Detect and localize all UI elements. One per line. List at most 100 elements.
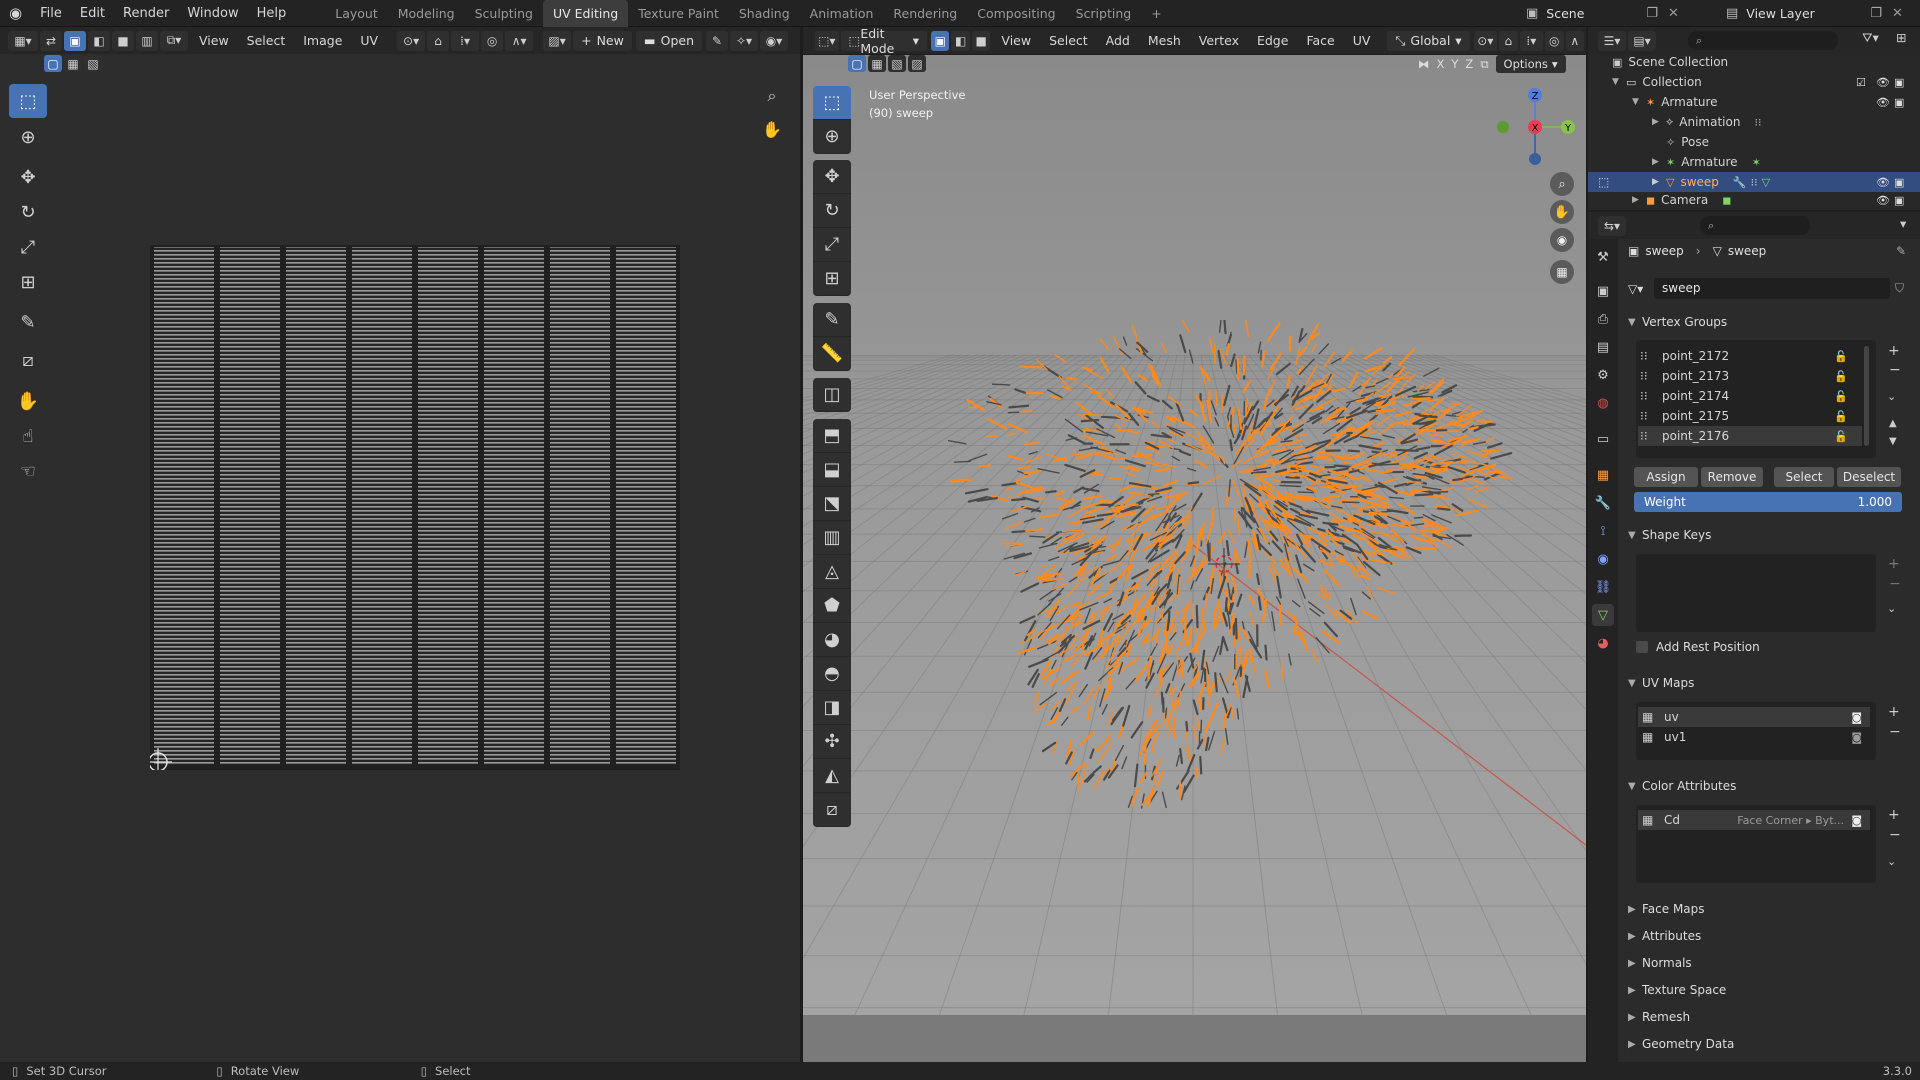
expand-arrow-icon[interactable]: ▶ [1652, 117, 1666, 127]
uv-menu-select[interactable]: Select [238, 33, 295, 48]
vp-tool-add-cube[interactable]: ◫ [813, 378, 851, 412]
active-render-camera-icon[interactable]: ◙ [1851, 711, 1862, 724]
vp-select-subtract-icon[interactable]: ▧ [888, 55, 906, 72]
menu-help[interactable]: Help [248, 6, 296, 21]
add-shape-key-icon[interactable]: + [1888, 556, 1900, 572]
viewport-menu-edge[interactable]: Edge [1248, 33, 1297, 48]
list-scrollbar[interactable] [1864, 346, 1869, 446]
tab-rendering[interactable]: Rendering [883, 0, 967, 27]
mirror-z[interactable]: Z [1465, 57, 1473, 71]
vp-tool-loop-cut[interactable]: ▥ [813, 521, 851, 555]
open-image-button[interactable]: ▬ Open [635, 30, 703, 51]
tab-texture-paint[interactable]: Texture Paint [628, 0, 729, 27]
viewport-menu-view[interactable]: View [992, 33, 1040, 48]
uv-tool-rotate[interactable]: ↻ [9, 195, 47, 229]
viewport-falloff-icon[interactable]: ∧ [1565, 30, 1584, 51]
pin-icon[interactable]: ✎ [706, 30, 729, 51]
constraints-tab-icon[interactable]: ⛓ [1592, 576, 1614, 598]
pan-view-icon[interactable]: ✋ [1550, 200, 1574, 224]
face-select-icon[interactable]: ■ [112, 30, 134, 51]
close-view-layer-icon[interactable]: ✕ [1892, 6, 1903, 21]
vertex-group-specials-icon[interactable]: ⌄ [1887, 390, 1896, 403]
sweep-mesh[interactable] [930, 320, 1550, 830]
uv-overlay-icon[interactable]: ◉▾ [760, 30, 789, 51]
tab-sculpting[interactable]: Sculpting [465, 0, 543, 27]
blender-logo-icon[interactable]: ◉ [0, 4, 31, 22]
collection-tab-icon[interactable]: ▭ [1592, 428, 1614, 450]
exclude-checkbox-icon[interactable]: ☑ [1856, 76, 1866, 89]
outliner-item-sweep[interactable]: ⬚ ▶ ▽ sweep 🔧 ⁝⁝ ▽ 👁 ▣ [1588, 172, 1920, 192]
uv-island-grid[interactable] [150, 245, 680, 770]
copy-view-layer-icon[interactable]: ❐ [1870, 6, 1882, 21]
zoom-view-icon[interactable]: ⌕ [1550, 172, 1574, 196]
uv-sync-icon[interactable]: ⇄ [40, 30, 62, 51]
add-workspace-button[interactable]: + [1141, 0, 1171, 27]
remesh-header[interactable]: ▶ Remesh [1628, 1006, 1690, 1028]
vertex-group-row[interactable]: ⁝⁝ point_2174 🔓 [1640, 386, 1860, 406]
outliner-search-field[interactable]: ⌕ [1688, 31, 1838, 50]
lock-icon[interactable]: 🔓 [1834, 390, 1848, 403]
select-extend-icon[interactable]: ▦ [64, 55, 82, 72]
shape-key-specials-icon[interactable]: ⌄ [1887, 602, 1896, 615]
uv-tool-move[interactable]: ✥ [9, 160, 47, 194]
topology-mirror-icon[interactable]: ⧉ [1480, 57, 1488, 72]
vertex-mode-icon[interactable]: ▣ [931, 30, 950, 51]
weight-slider[interactable]: Weight 1.000 [1634, 492, 1902, 512]
uv-menu-image[interactable]: Image [294, 33, 351, 48]
add-rest-position-row[interactable]: Add Rest Position [1636, 640, 1760, 654]
snap-options-icon[interactable]: ⁞▾ [451, 30, 480, 51]
vertex-group-row[interactable]: ⁝⁝ point_2172 🔓 [1640, 346, 1860, 366]
uv-map-row[interactable]: ▦ uv1 ◙ [1642, 727, 1870, 747]
scene-name[interactable]: Scene [1546, 6, 1646, 21]
edge-mode-icon[interactable]: ◧ [951, 30, 970, 51]
render-camera-icon[interactable]: ◙ [1851, 731, 1862, 744]
viewport-proportional-icon[interactable]: ◎ [1545, 30, 1564, 51]
color-attribute-specials-icon[interactable]: ⌄ [1887, 855, 1896, 868]
menu-file[interactable]: File [31, 6, 71, 21]
visibility-eye-icon[interactable]: 👁 [1876, 176, 1890, 189]
viewport-pivot-icon[interactable]: ⊙▾ [1473, 30, 1498, 51]
visibility-eye-icon[interactable]: 👁 [1876, 194, 1890, 207]
vp-tool-scale[interactable]: ⤢ [813, 228, 851, 262]
filter-icon[interactable]: ⛛▾ [1862, 30, 1879, 46]
lock-icon[interactable]: 🔓 [1834, 350, 1848, 363]
edge-select-icon[interactable]: ◧ [88, 30, 110, 51]
geometry-data-header[interactable]: ▶ Geometry Data [1628, 1033, 1734, 1055]
uv-tool-scale[interactable]: ⤢ [9, 230, 47, 264]
face-maps-header[interactable]: ▶ Face Maps [1628, 898, 1705, 920]
shape-keys-list[interactable] [1636, 554, 1876, 632]
orientation-selector[interactable]: ⤡ Global ▾ [1387, 30, 1470, 51]
proportional-edit-icon[interactable]: ◎ [481, 30, 504, 51]
vertex-group-row[interactable]: ⁝⁝ point_2175 🔓 [1640, 406, 1860, 426]
tab-scripting[interactable]: Scripting [1066, 0, 1142, 27]
lock-icon[interactable]: 🔓 [1834, 370, 1848, 383]
normals-header[interactable]: ▶ Normals [1628, 952, 1692, 974]
ortho-toggle-icon[interactable]: ▦ [1550, 260, 1574, 284]
add-rest-position-checkbox[interactable] [1636, 641, 1648, 653]
expand-arrow-icon[interactable]: ▶ [1652, 177, 1666, 187]
properties-search-field[interactable]: ⌕ [1700, 216, 1810, 235]
menu-window[interactable]: Window [178, 6, 247, 21]
outliner-item-animation[interactable]: ▶ ⟡ Animation ⁝⁝ [1588, 112, 1920, 132]
remove-vertex-group-icon[interactable]: − [1889, 362, 1901, 378]
expand-arrow-icon[interactable]: ▼ [1612, 77, 1626, 87]
uv-menu-uv[interactable]: UV [351, 33, 387, 48]
vertex-groups-header[interactable]: ▼ Vertex Groups [1628, 311, 1727, 333]
copy-scene-icon[interactable]: ❐ [1646, 6, 1658, 21]
vp-tool-shrink-fatten[interactable]: ✣ [813, 725, 851, 759]
select-subtract-icon[interactable]: ▧ [84, 55, 102, 72]
menu-render[interactable]: Render [114, 6, 178, 21]
vp-select-extend-icon[interactable]: ▦ [868, 55, 886, 72]
falloff-icon[interactable]: ∧▾ [505, 30, 534, 51]
tab-compositing[interactable]: Compositing [967, 0, 1065, 27]
properties-options-icon[interactable]: ▾ [1900, 216, 1906, 231]
physics-tab-icon[interactable]: ◉ [1592, 548, 1614, 570]
new-image-button[interactable]: + New [573, 30, 632, 51]
vertex-select-icon[interactable]: ▣ [64, 30, 86, 51]
viewport-snap-icon[interactable]: ⌂ [1499, 30, 1518, 51]
uv-tool-cursor[interactable]: ⊕ [9, 120, 47, 154]
pivot-icon[interactable]: ⊙▾ [397, 30, 426, 51]
vp-tool-rip-region[interactable]: ⧄ [813, 793, 851, 827]
editor-type-icon[interactable]: ▦▾ [8, 30, 38, 51]
render-tab-icon[interactable]: ▣ [1592, 280, 1614, 302]
